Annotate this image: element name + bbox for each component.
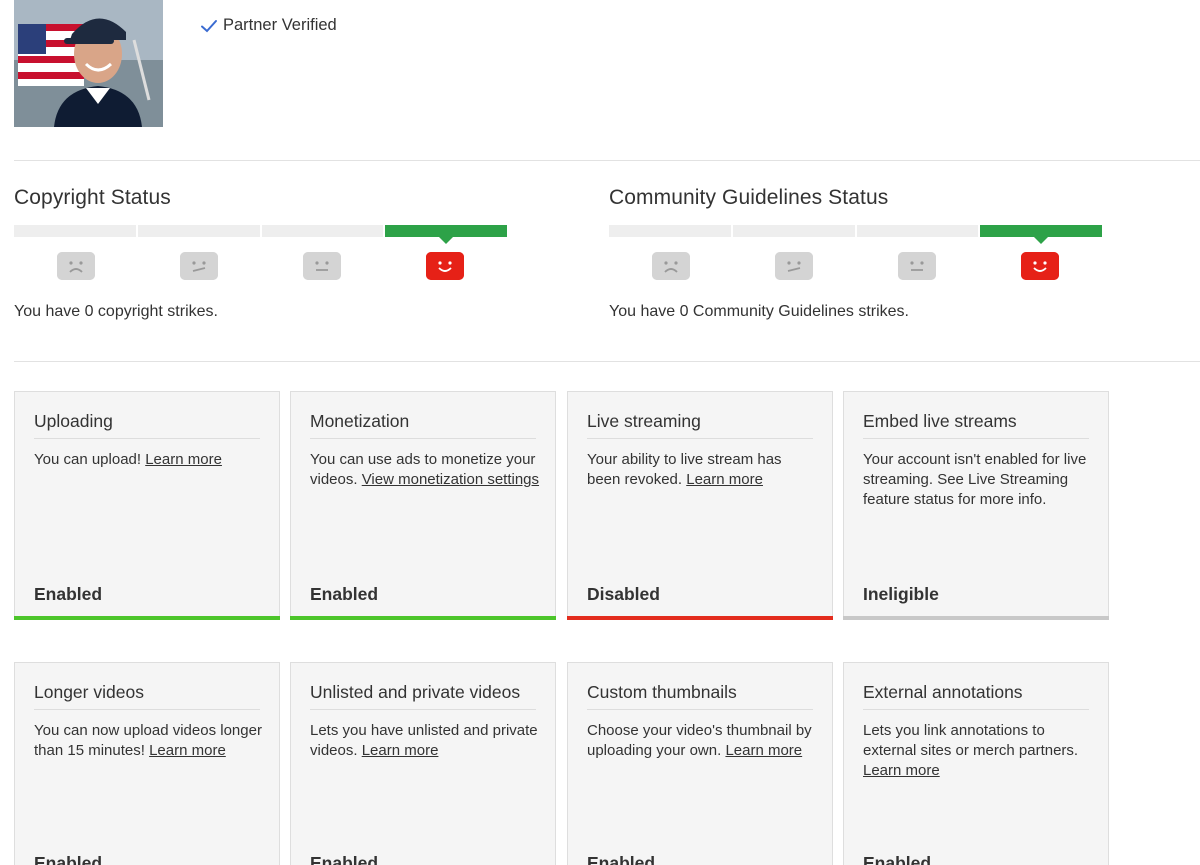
feature-card-external-annotations: External annotations Lets you link annot… <box>843 662 1109 865</box>
partner-verified-badge: Partner Verified <box>200 16 337 35</box>
card-status: Enabled <box>863 853 932 865</box>
header-divider <box>14 160 1200 161</box>
card-title: External annotations <box>863 682 1023 702</box>
card-title: Embed live streams <box>863 411 1017 431</box>
card-text: Your account isn't enabled for live stre… <box>863 451 1087 508</box>
strike-segment <box>856 225 979 237</box>
community-strikes-text: You have 0 Community Guidelines strikes. <box>609 303 909 320</box>
unsure-face-icon <box>179 252 218 280</box>
card-description: Your ability to live stream has been rev… <box>587 450 818 490</box>
community-faces <box>609 252 1102 280</box>
copyright-strikes-text: You have 0 copyright strikes. <box>14 303 218 320</box>
learn-more-link[interactable]: Learn more <box>362 742 439 759</box>
card-divider <box>587 709 813 710</box>
community-strike-bar <box>609 225 1102 244</box>
community-guidelines-status-section: Community Guidelines Status You have 0 C… <box>609 186 1102 320</box>
checkmark-icon <box>201 19 217 32</box>
sad-face-icon <box>651 252 690 280</box>
card-text: You can now upload videos longer than 15… <box>34 722 262 759</box>
card-description: Lets you have unlisted and private video… <box>310 721 541 761</box>
feature-card-custom-thumbnails: Custom thumbnails Choose your video's th… <box>567 662 833 865</box>
copyright-strike-bar <box>14 225 507 244</box>
feature-card-monetization: Monetization You can use ads to monetize… <box>290 391 556 620</box>
neutral-face-icon <box>898 252 937 280</box>
feature-card-live-streaming: Live streaming Your ability to live stre… <box>567 391 833 620</box>
strike-segment-active <box>385 225 507 244</box>
strike-segment <box>261 225 384 237</box>
strike-segment <box>732 225 855 237</box>
card-title: Longer videos <box>34 682 144 702</box>
card-status: Enabled <box>587 853 656 865</box>
feature-card-unlisted-private-videos: Unlisted and private videos Lets you hav… <box>290 662 556 865</box>
card-title: Uploading <box>34 411 113 431</box>
view-monetization-settings-link[interactable]: View monetization settings <box>362 471 539 488</box>
card-status: Enabled <box>34 584 103 604</box>
card-divider <box>310 709 536 710</box>
learn-more-link[interactable]: Learn more <box>145 451 222 468</box>
learn-more-link[interactable]: Learn more <box>725 742 802 759</box>
avatar-photo <box>14 0 163 127</box>
card-description: You can upload! Learn more <box>34 450 265 470</box>
strike-segment <box>609 225 731 237</box>
card-divider <box>863 438 1089 439</box>
status-divider <box>14 361 1200 362</box>
feature-card-embed-live-streams: Embed live streams Your account isn't en… <box>843 391 1109 620</box>
strike-segment-active <box>980 225 1102 244</box>
card-text: Lets you link annotations to external si… <box>863 722 1079 759</box>
card-description: Choose your video's thumbnail by uploadi… <box>587 721 818 761</box>
card-title: Live streaming <box>587 411 701 431</box>
happy-face-icon <box>1021 252 1060 280</box>
copyright-faces <box>14 252 507 280</box>
card-divider <box>34 438 260 439</box>
channel-avatar[interactable] <box>14 0 163 127</box>
card-title: Unlisted and private videos <box>310 682 521 702</box>
card-title: Monetization <box>310 411 410 431</box>
feature-card-longer-videos: Longer videos You can now upload videos … <box>14 662 280 865</box>
learn-more-link[interactable]: Learn more <box>686 471 763 488</box>
copyright-status-section: Copyright Status You have 0 copyright st… <box>14 186 507 320</box>
strike-segment <box>14 225 136 237</box>
card-status: Enabled <box>310 584 379 604</box>
card-description: You can now upload videos longer than 15… <box>34 721 265 761</box>
sad-face-icon <box>56 252 95 280</box>
card-status: Disabled <box>587 584 660 604</box>
feature-card-uploading: Uploading You can upload! Learn more Ena… <box>14 391 280 620</box>
partner-verified-label: Partner Verified <box>223 16 337 34</box>
community-guidelines-status-title: Community Guidelines Status <box>609 186 889 209</box>
card-divider <box>587 438 813 439</box>
card-status: Enabled <box>34 853 103 865</box>
card-divider <box>863 709 1089 710</box>
learn-more-link[interactable]: Learn more <box>863 762 940 779</box>
card-divider <box>310 438 536 439</box>
happy-face-icon <box>426 252 465 280</box>
learn-more-link[interactable]: Learn more <box>149 742 226 759</box>
status-bar-ineligible <box>843 616 1109 620</box>
card-divider <box>34 709 260 710</box>
neutral-face-icon <box>303 252 342 280</box>
status-bar-enabled <box>290 616 556 620</box>
card-description: Your account isn't enabled for live stre… <box>863 450 1094 510</box>
card-title: Custom thumbnails <box>587 682 737 702</box>
strike-segment <box>137 225 260 237</box>
copyright-status-title: Copyright Status <box>14 186 171 209</box>
status-bar-disabled <box>567 616 833 620</box>
card-text: You can upload! <box>34 451 146 468</box>
status-bar-enabled <box>14 616 280 620</box>
unsure-face-icon <box>774 252 813 280</box>
card-description: Lets you link annotations to external si… <box>863 721 1094 781</box>
card-status: Ineligible <box>863 584 939 604</box>
card-description: You can use ads to monetize your videos.… <box>310 450 541 490</box>
card-status: Enabled <box>310 853 379 865</box>
